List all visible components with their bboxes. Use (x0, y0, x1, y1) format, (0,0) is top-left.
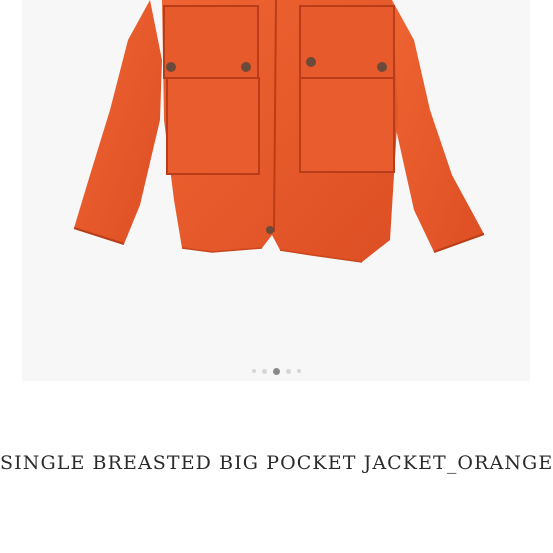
product-image-carousel[interactable] (22, 0, 530, 381)
carousel-dot[interactable] (261, 368, 267, 374)
carousel-dot[interactable] (251, 369, 256, 373)
carousel-pagination (22, 366, 530, 376)
product-image[interactable] (22, 0, 530, 381)
carousel-dot[interactable] (296, 369, 301, 373)
carousel-dot-active[interactable] (272, 367, 280, 375)
product-title: SINGLE BREASTED BIG POCKET JACKET_ORANGE (0, 452, 553, 474)
carousel-dot[interactable] (285, 368, 291, 374)
